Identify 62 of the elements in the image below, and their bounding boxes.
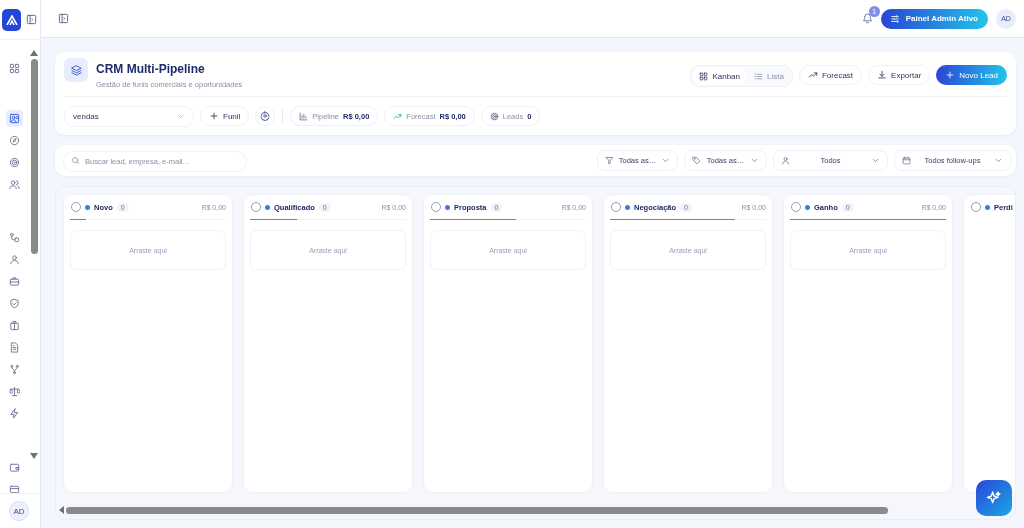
shield-icon [9, 298, 20, 309]
export-button[interactable]: Exportar [868, 65, 931, 85]
status-dot [445, 204, 450, 210]
sliders-icon [889, 13, 900, 24]
user-icon [9, 254, 20, 265]
trend-icon [393, 111, 403, 121]
fork-icon [9, 364, 20, 375]
chart-icon [299, 111, 309, 121]
list-icon [754, 71, 764, 81]
tag-icon [692, 156, 701, 165]
chevron-down-icon [871, 156, 880, 165]
notification-bell-icon[interactable] [861, 13, 873, 24]
user-avatar[interactable]: AD [9, 501, 29, 521]
status-dot [625, 204, 630, 210]
building-icon [9, 320, 20, 331]
forecast-button[interactable]: Forecast [798, 65, 863, 85]
status-dot [85, 204, 90, 210]
scrollbar-thumb[interactable] [30, 59, 38, 254]
admin-panel-button[interactable]: Painel Admin Ativo [880, 8, 988, 29]
page-title: CRM Multi-Pipeline [96, 62, 206, 76]
user-icon [781, 156, 790, 165]
download-icon [877, 70, 888, 80]
chevron-down-icon [994, 156, 1003, 165]
grid-icon [699, 71, 709, 81]
status-dot [805, 204, 810, 210]
scrollbar-thumb[interactable] [66, 506, 888, 514]
wallet-icon [9, 462, 20, 473]
compass-icon [9, 135, 20, 146]
trend-icon [807, 70, 818, 80]
layers-icon [64, 58, 88, 82]
sparkle-icon [986, 490, 1002, 506]
add-funnel-button[interactable]: Funil [200, 106, 250, 126]
contacts-icon [9, 113, 20, 124]
filter-icon [605, 156, 614, 165]
scroll-down-icon[interactable] [30, 453, 38, 459]
pipeline-select[interactable]: vendas [64, 105, 194, 127]
briefcase-icon [9, 276, 20, 287]
sidebar-toggle-icon[interactable] [58, 13, 69, 24]
chevron-down-icon [661, 156, 670, 165]
status-dot [985, 204, 990, 210]
gear-icon [260, 111, 271, 121]
plus-icon [209, 111, 219, 121]
document-icon [9, 342, 20, 353]
grid-icon [9, 63, 20, 74]
target-icon [489, 111, 499, 121]
plus-icon [945, 70, 956, 80]
status-dot [265, 204, 270, 210]
target-icon [9, 157, 20, 168]
ai-assistant-button[interactable] [976, 480, 1012, 516]
view-tab[interactable]: Kanban [692, 67, 748, 85]
sidebar-toggle-icon[interactable] [26, 14, 37, 25]
scale-icon [9, 386, 20, 397]
card-icon [9, 484, 20, 493]
lightning-icon [9, 408, 20, 419]
workflow-icon [9, 232, 20, 243]
contacts-nav-item[interactable] [6, 110, 23, 127]
users-icon [9, 179, 20, 190]
app-logo[interactable] [2, 8, 21, 31]
chevron-down-icon [750, 156, 759, 165]
new-lead-button[interactable]: Novo Lead [936, 65, 1007, 85]
settings-button[interactable] [255, 106, 276, 126]
calendar-icon [902, 156, 911, 165]
